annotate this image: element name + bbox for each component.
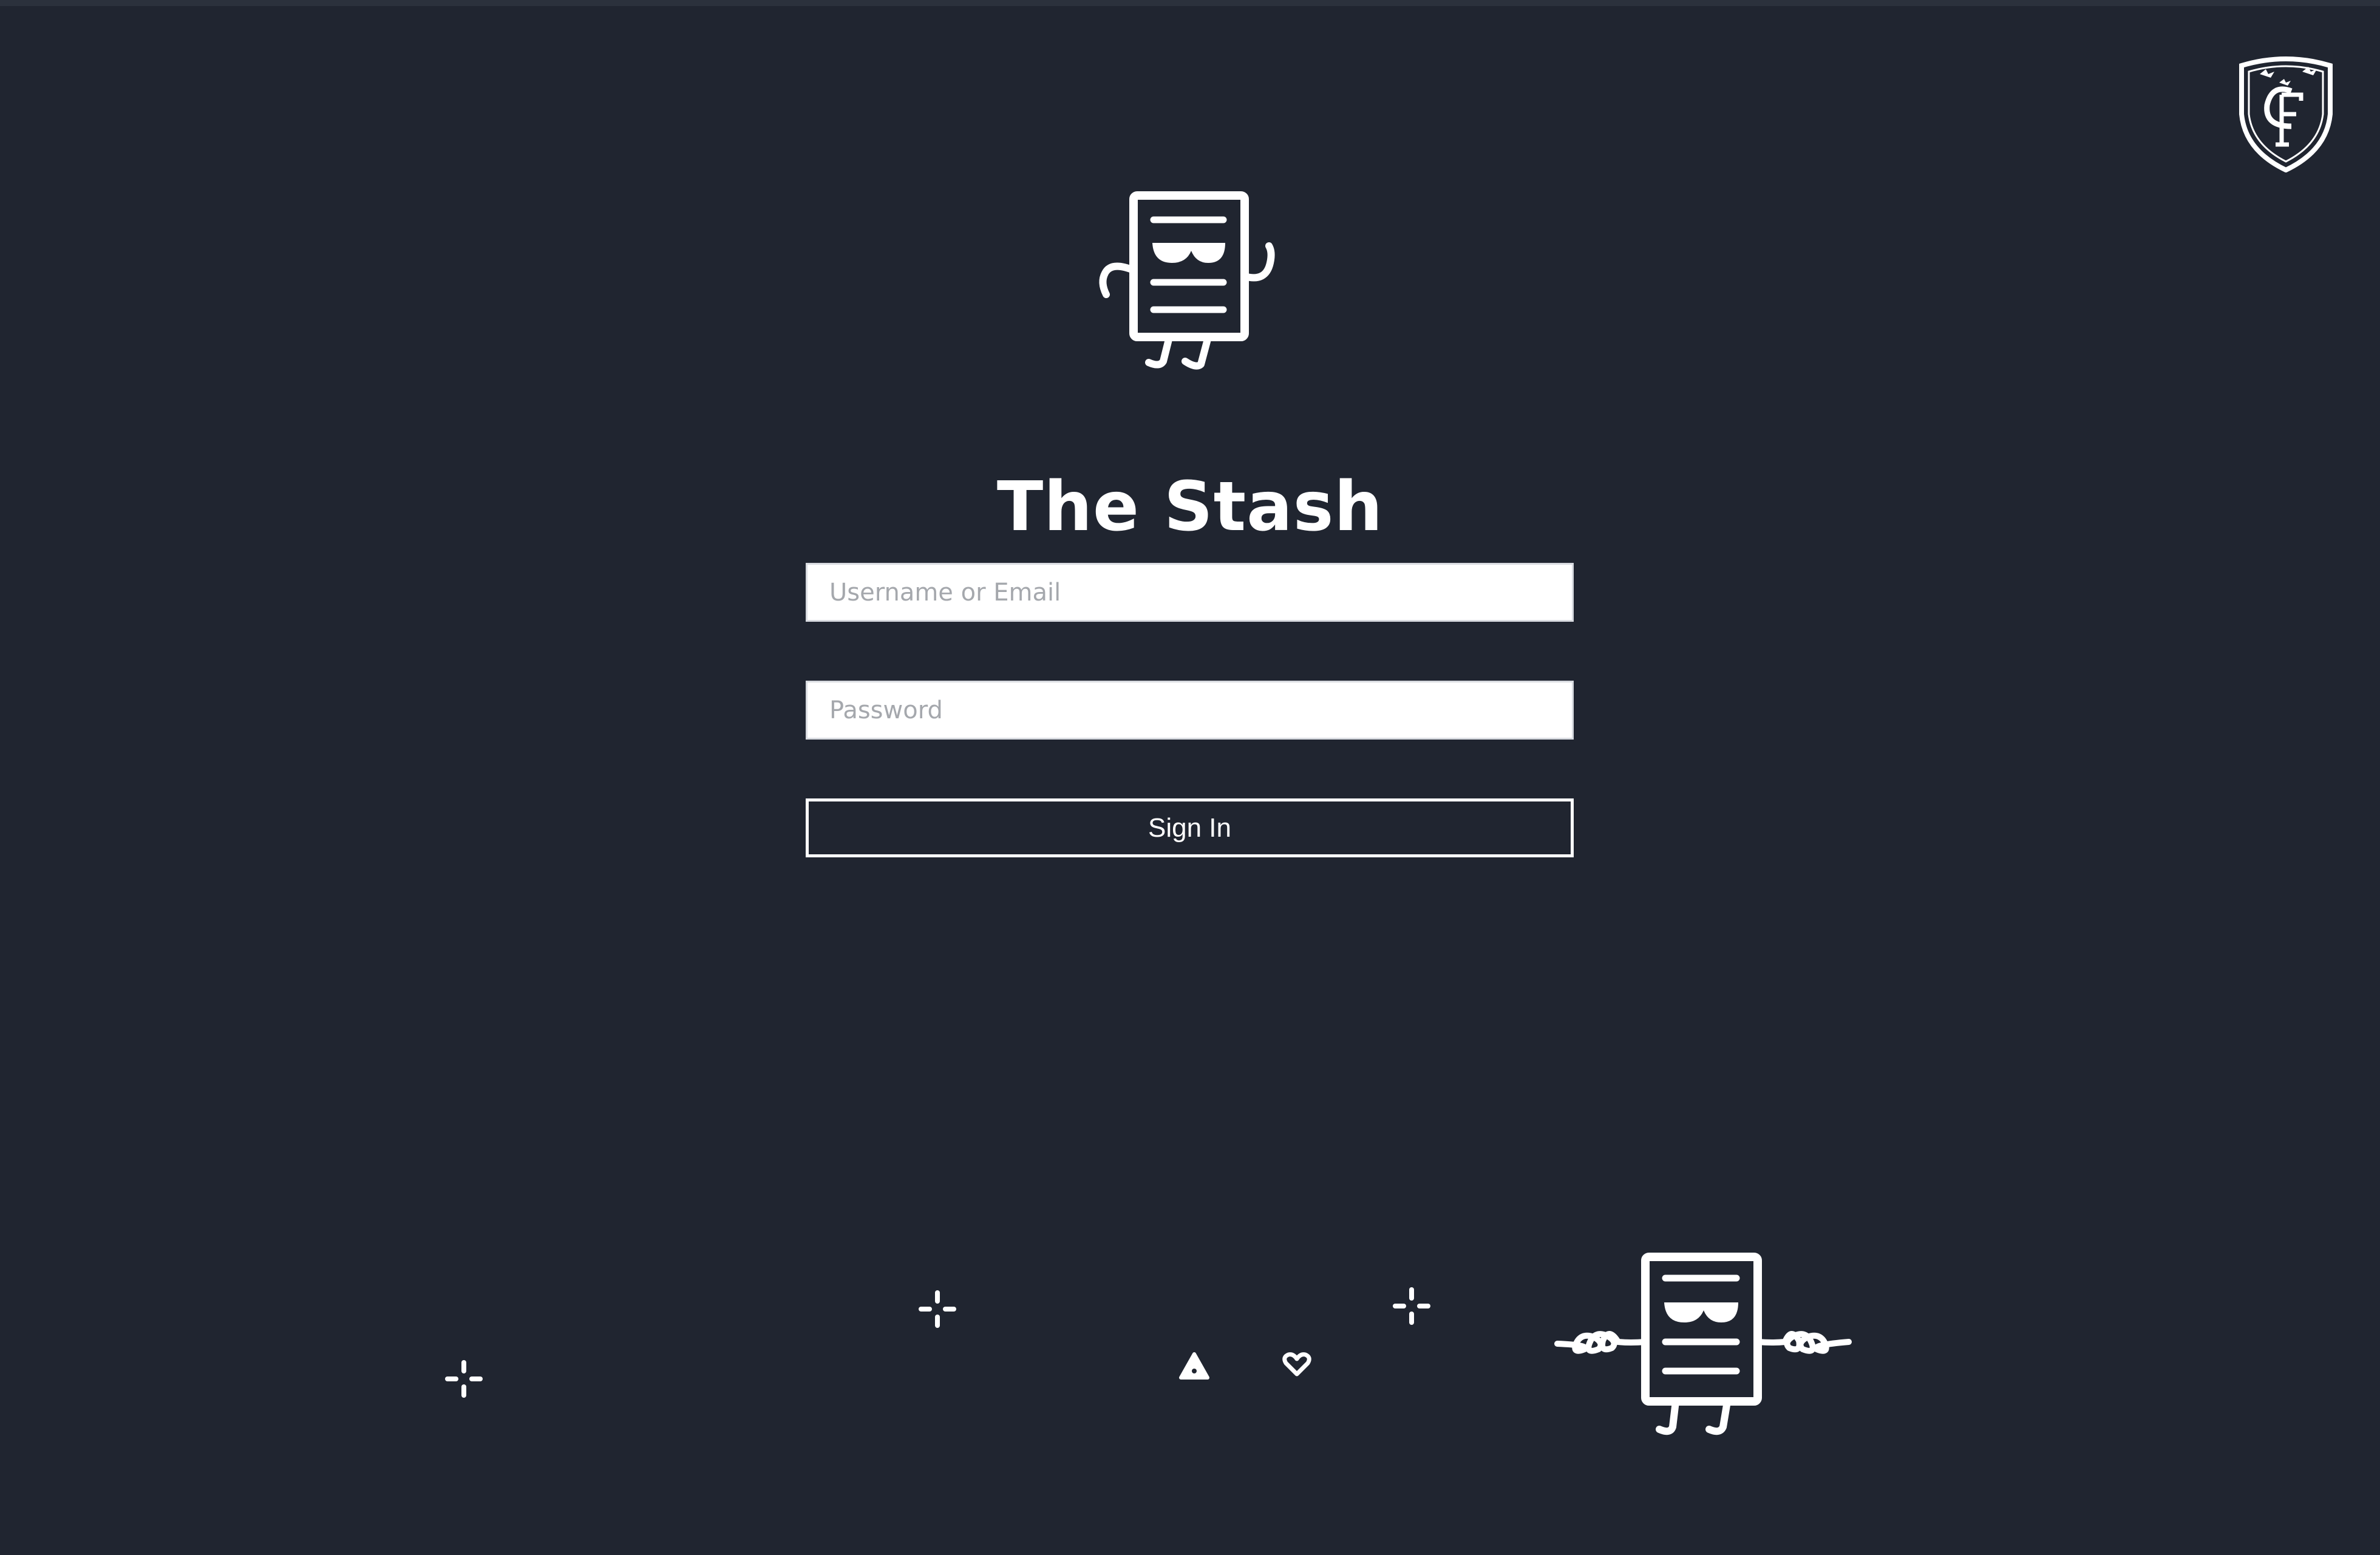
username-input[interactable] xyxy=(806,563,1574,622)
sign-in-button[interactable]: Sign In xyxy=(806,798,1574,857)
document-mascot-waving-icon xyxy=(1554,1253,1852,1435)
sparkle-icon xyxy=(1393,1287,1430,1325)
triangle-icon xyxy=(1179,1352,1209,1380)
document-mascot-icon xyxy=(1099,191,1275,370)
heart-icon xyxy=(1282,1352,1311,1376)
sparkle-icon xyxy=(445,1360,483,1398)
app-title: The Stash xyxy=(996,468,1384,547)
crest-logo-icon xyxy=(2239,56,2333,172)
password-input[interactable] xyxy=(806,681,1574,740)
sparkle-icon xyxy=(919,1290,956,1328)
login-page: The Stash Sign In xyxy=(0,0,2380,1555)
